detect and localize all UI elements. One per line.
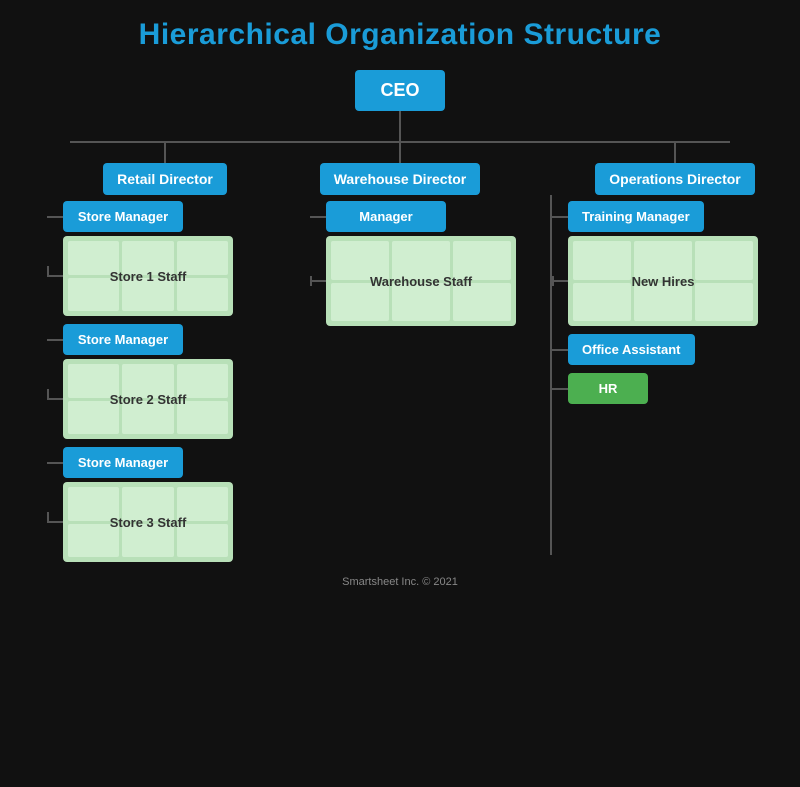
hr-box: HR [568,373,648,404]
office-assistant-row: Office Assistant [552,334,758,365]
warehouse-vline-top [399,143,401,163]
hr-row: HR [552,373,758,404]
store2-staff-row: Store 2 Staff [47,359,233,439]
warehouse-director-box: Warehouse Director [320,163,481,195]
store-manager-1-box: Store Manager [63,201,183,232]
warehouse-staff-grid-wrapper: Warehouse Staff [326,236,516,326]
training-manager-box: Training Manager [568,201,704,232]
retail-col: Retail Director Store Manager [20,143,260,566]
store-manager-2-row: Store Manager [47,324,233,355]
training-manager-row: Training Manager [552,201,758,232]
warehouse-manager-row: Manager [310,201,516,232]
store3-staff-grid-wrapper: Store 3 Staff [63,482,233,562]
warehouse-manager-box: Manager [326,201,446,232]
store1-staff-grid [63,236,233,316]
page-title: Hierarchical Organization Structure [139,18,662,52]
store-manager-2-box: Store Manager [63,324,183,355]
store1-staff-row: Store 1 Staff [47,236,233,316]
level1-row: Retail Director Store Manager [20,143,780,566]
new-hires-row: New Hires [552,236,758,326]
retail-director-box: Retail Director [103,163,227,195]
store3-staff-grid [63,482,233,562]
retail-vline-top [164,143,166,163]
store1-staff-grid-wrapper: Store 1 Staff [63,236,233,316]
footer: Smartsheet Inc. © 2021 [342,566,458,596]
ceo-box: CEO [355,70,445,111]
store-manager-1-row: Store Manager [47,201,233,232]
office-assistant-box: Office Assistant [568,334,695,365]
ops-vline-top [674,143,676,163]
ops-col: Operations Director Training Manager [540,143,780,555]
store2-staff-grid-wrapper: Store 2 Staff [63,359,233,439]
new-hires-grid-wrapper: New Hires [568,236,758,326]
warehouse-staff-row: Warehouse Staff [310,236,516,326]
store3-staff-row: Store 3 Staff [47,482,233,562]
ceo-connector: CEO [355,70,445,141]
ops-director-box: Operations Director [595,163,754,195]
store2-staff-grid [63,359,233,439]
ceo-vline [399,111,401,141]
new-hires-grid [568,236,758,326]
store-manager-3-box: Store Manager [63,447,183,478]
warehouse-col: Warehouse Director Manager [290,143,510,535]
warehouse-staff-grid [326,236,516,326]
store-manager-3-row: Store Manager [47,447,233,478]
